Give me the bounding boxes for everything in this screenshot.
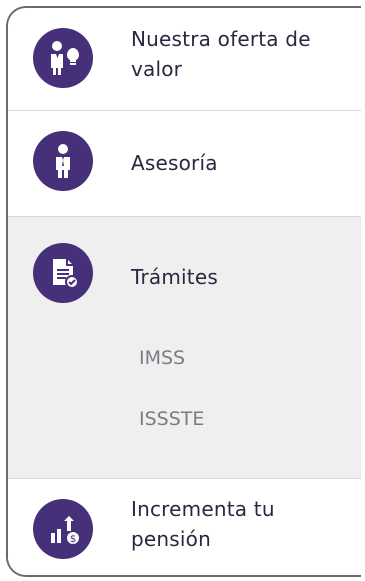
advisor-idea-icon	[33, 28, 93, 88]
submenu-item-issste[interactable]: ISSSTE	[139, 406, 204, 432]
submenu-item-imss[interactable]: IMSS	[139, 345, 185, 371]
menu-item-label: Nuestra oferta de valor	[131, 27, 311, 81]
menu-item-label: Asesoría	[131, 151, 218, 175]
growth-money-icon: $	[33, 499, 93, 559]
svg-text:$: $	[70, 534, 76, 545]
document-check-icon	[33, 243, 93, 303]
side-menu: Nuestra oferta de valor Asesoría Trámite…	[6, 6, 361, 577]
menu-item-asesoria[interactable]: Asesoría	[8, 111, 361, 217]
advisor-person-icon	[33, 131, 93, 191]
menu-item-label: Trámites	[131, 265, 218, 289]
menu-item-label: Incrementa tu pensión	[131, 497, 275, 551]
menu-item-tramites[interactable]: Trámites IMSS ISSSTE	[8, 217, 361, 479]
menu-item-oferta-valor[interactable]: Nuestra oferta de valor	[8, 8, 361, 111]
menu-item-incrementa-pension[interactable]: $ Incrementa tu pensión	[8, 479, 361, 575]
